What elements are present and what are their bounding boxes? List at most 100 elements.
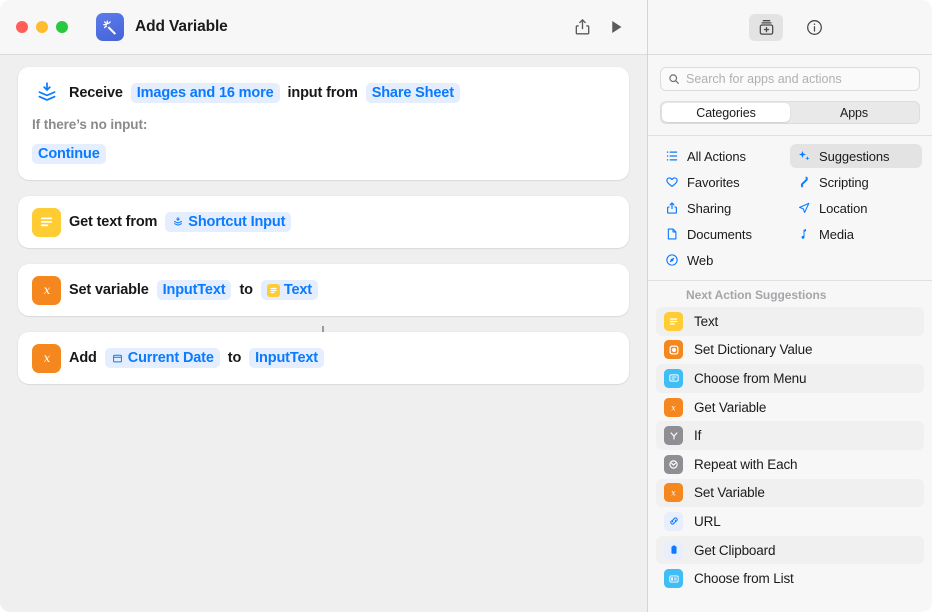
category-media[interactable]: Media — [790, 222, 922, 246]
suggestions-list: Text Set Dictionary Value Choose fr — [648, 307, 932, 612]
list-item-label: Get Clipboard — [694, 543, 775, 558]
receive-input-icon — [32, 79, 61, 108]
category-label: Sharing — [687, 201, 731, 216]
suggestions-header: Next Action Suggestions — [648, 280, 932, 307]
token-label: InputText — [255, 350, 318, 366]
list-item[interactable]: Text — [656, 307, 924, 336]
text-action-icon — [32, 208, 61, 237]
action-library-pane: Categories Apps All Actions — [648, 0, 932, 612]
shortcuts-window: Add Variable — [0, 0, 932, 612]
repeat-icon — [664, 455, 683, 474]
zoom-button[interactable] — [56, 21, 68, 33]
list-item[interactable]: URL — [656, 507, 924, 536]
list-item[interactable]: Choose from Menu — [656, 364, 924, 393]
category-suggestions[interactable]: Suggestions — [790, 144, 922, 168]
action-card-set-variable[interactable]: x Set variable InputText to — [18, 264, 629, 316]
action-card-add-variable[interactable]: x Add Current Date to — [18, 332, 629, 384]
category-scripting[interactable]: Scripting — [790, 170, 922, 194]
shortcut-input-token[interactable]: Shortcut Input — [165, 212, 291, 232]
variable-name-token[interactable]: InputText — [249, 348, 324, 368]
list-item[interactable]: Set Dictionary Value — [656, 336, 924, 365]
share-icon[interactable] — [565, 12, 599, 42]
menu-icon — [664, 369, 683, 388]
token-label: Images and 16 more — [137, 85, 274, 101]
category-label: All Actions — [687, 149, 746, 164]
page-title: Add Variable — [135, 18, 228, 36]
list-panel-icon — [664, 569, 683, 588]
shortcut-editor-pane: Add Variable — [0, 0, 648, 612]
category-label: Media — [819, 227, 854, 242]
list-item-label: URL — [694, 514, 721, 529]
text-value-token[interactable]: Text — [261, 280, 318, 300]
list-item[interactable]: x Get Variable — [656, 393, 924, 422]
dictionary-icon — [664, 340, 683, 359]
input-types-token[interactable]: Images and 16 more — [131, 83, 280, 103]
list-item-label: If — [694, 428, 701, 443]
title-bar: Add Variable — [0, 0, 647, 55]
category-label: Scripting — [819, 175, 869, 190]
branch-icon — [664, 426, 683, 445]
category-location[interactable]: Location — [790, 196, 922, 220]
category-label: Favorites — [687, 175, 740, 190]
play-icon[interactable] — [599, 12, 633, 42]
category-all-actions[interactable]: All Actions — [658, 144, 790, 168]
variable-icon: x — [32, 344, 61, 373]
category-grid: All Actions Suggestions Favorites — [648, 136, 932, 280]
action-card-get-text[interactable]: Get text from Shortcut Input — [18, 196, 629, 248]
date-mini-icon — [111, 352, 124, 365]
tab-categories[interactable]: Categories — [662, 103, 790, 122]
token-label: InputText — [163, 282, 226, 298]
paper-plane-icon — [796, 201, 811, 216]
action-text: Receive — [69, 85, 123, 101]
info-circle-icon[interactable] — [797, 14, 831, 41]
list-item-label: Get Variable — [694, 400, 766, 415]
share-sheet-token[interactable]: Share Sheet — [366, 83, 460, 103]
text-action-icon — [664, 312, 683, 331]
list-item-label: Set Dictionary Value — [694, 342, 812, 357]
continue-token[interactable]: Continue — [32, 144, 106, 164]
variable-name-token[interactable]: InputText — [157, 280, 232, 300]
token-label: Text — [284, 282, 312, 298]
heart-icon — [664, 175, 679, 190]
scroll-icon — [796, 175, 811, 190]
compass-icon — [664, 253, 679, 268]
category-label: Suggestions — [819, 149, 889, 164]
action-text: input from — [288, 85, 358, 101]
tab-apps[interactable]: Apps — [790, 103, 918, 122]
grid-spacer — [790, 248, 922, 272]
list-item[interactable]: If — [656, 421, 924, 450]
list-item-label: Repeat with Each — [694, 457, 797, 472]
list-item[interactable]: Repeat with Each — [656, 450, 924, 479]
category-sharing[interactable]: Sharing — [658, 196, 790, 220]
library-mode-segmented-control[interactable]: Categories Apps — [660, 101, 920, 124]
list-item-label: Set Variable — [694, 485, 765, 500]
list-item[interactable]: x Set Variable — [656, 479, 924, 508]
list-item[interactable]: Get Clipboard — [656, 536, 924, 565]
clipboard-icon — [664, 541, 683, 560]
action-text: Add — [69, 350, 97, 366]
search-container — [648, 55, 932, 91]
variable-icon: x — [664, 483, 683, 502]
search-input[interactable] — [686, 72, 912, 86]
traffic-lights — [16, 21, 68, 33]
action-text: Get text from — [69, 214, 157, 230]
svg-text:x: x — [43, 351, 50, 365]
action-row: Get text from Shortcut Input — [32, 207, 615, 237]
list-item[interactable]: Choose from List — [656, 564, 924, 593]
category-documents[interactable]: Documents — [658, 222, 790, 246]
share-icon — [664, 201, 679, 216]
category-label: Web — [687, 253, 713, 268]
close-button[interactable] — [16, 21, 28, 33]
svg-text:x: x — [671, 489, 676, 498]
search-field[interactable] — [660, 67, 920, 91]
text-mini-icon — [267, 284, 280, 297]
category-label: Location — [819, 201, 867, 216]
category-web[interactable]: Web — [658, 248, 790, 272]
minimize-button[interactable] — [36, 21, 48, 33]
action-card-receive[interactable]: Receive Images and 16 more input from Sh… — [18, 67, 629, 180]
current-date-token[interactable]: Current Date — [105, 348, 220, 368]
token-label: Share Sheet — [372, 85, 454, 101]
action-library-icon[interactable] — [749, 14, 783, 41]
category-favorites[interactable]: Favorites — [658, 170, 790, 194]
variable-icon: x — [664, 398, 683, 417]
